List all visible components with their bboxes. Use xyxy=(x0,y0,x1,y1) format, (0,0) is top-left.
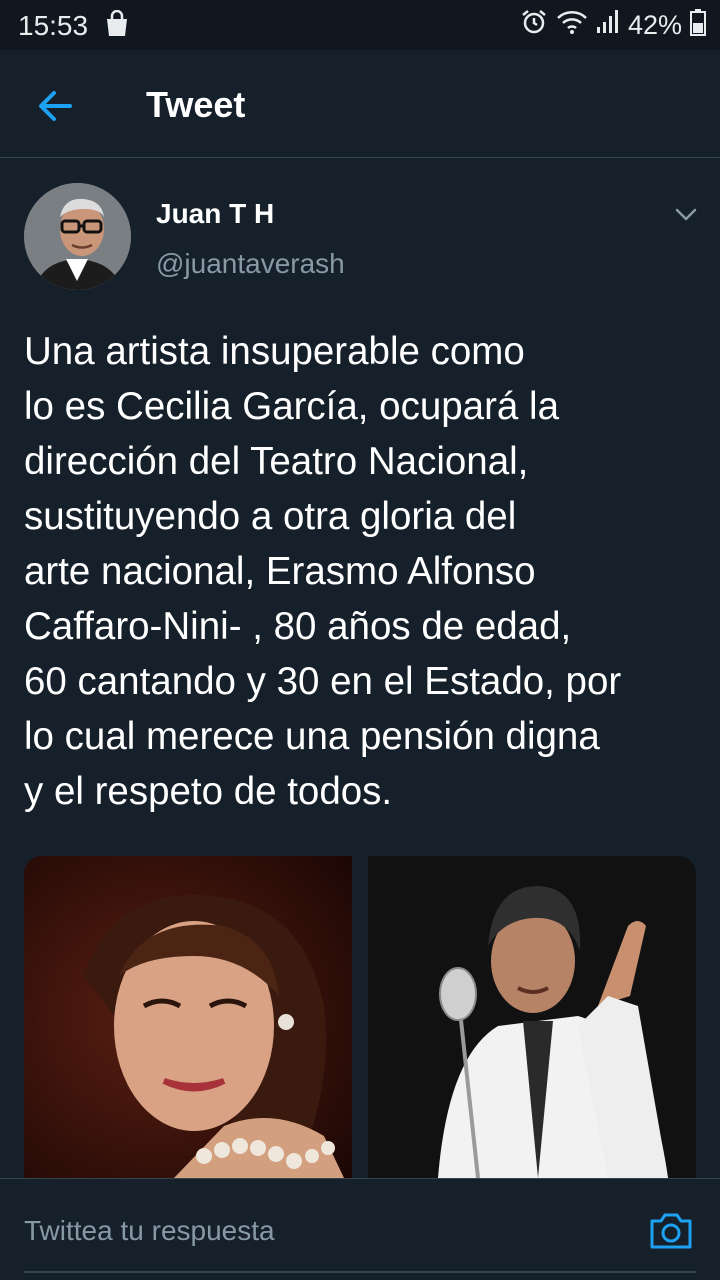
status-icons: 42% xyxy=(520,8,706,42)
author-handle[interactable]: @juantaverash xyxy=(156,248,345,280)
status-time: 15:53 xyxy=(18,10,89,41)
tweet-photo-2[interactable] xyxy=(368,856,696,1178)
top-app-bar: Tweet xyxy=(0,50,720,158)
chevron-down-icon xyxy=(675,208,697,221)
wifi-icon xyxy=(556,9,588,42)
back-button[interactable] xyxy=(34,84,78,128)
author-avatar[interactable] xyxy=(24,183,131,290)
author-name[interactable]: Juan T H xyxy=(156,198,274,230)
shopping-bag-icon xyxy=(104,9,130,43)
reply-input[interactable]: Twittea tu respuesta xyxy=(24,1209,584,1253)
camera-button[interactable] xyxy=(648,1211,694,1251)
tweet-photo-1[interactable] xyxy=(24,856,352,1178)
battery-percent: 42% xyxy=(627,9,682,40)
camera-icon xyxy=(650,1213,692,1249)
signal-icon xyxy=(596,9,620,42)
back-arrow-icon xyxy=(39,91,72,121)
alarm-icon xyxy=(520,8,548,43)
divider xyxy=(24,1271,696,1273)
tweet-text: Una artista insuperable como lo es Cecil… xyxy=(24,330,622,813)
tweet-options-button[interactable] xyxy=(672,200,700,228)
reply-composer: Twittea tu respuesta xyxy=(0,1178,720,1280)
status-bar: 15:53 42% xyxy=(0,0,720,50)
battery-icon xyxy=(690,8,706,43)
page-title: Tweet xyxy=(146,84,246,125)
